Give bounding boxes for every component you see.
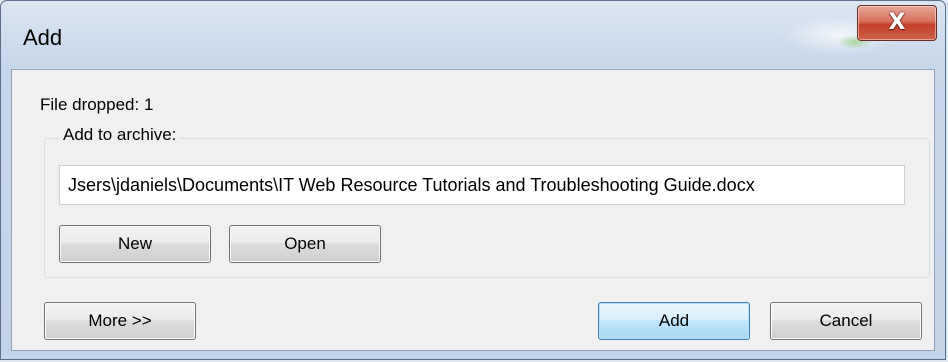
cancel-button[interactable]: Cancel xyxy=(770,302,922,340)
more-button[interactable]: More >> xyxy=(44,302,196,340)
add-dialog-window: Add X File dropped: 1 Add to archive: Js… xyxy=(0,0,946,360)
open-button[interactable]: Open xyxy=(229,225,381,263)
add-button[interactable]: Add xyxy=(598,302,750,340)
add-to-archive-group: Add to archive: Jsers\jdaniels\Documents… xyxy=(44,125,930,278)
title-bar[interactable]: Add X xyxy=(1,1,945,67)
close-icon: X xyxy=(888,10,906,35)
new-button[interactable]: New xyxy=(59,225,211,263)
archive-path-field[interactable]: Jsers\jdaniels\Documents\IT Web Resource… xyxy=(59,165,905,205)
add-to-archive-label: Add to archive: xyxy=(59,125,181,145)
file-dropped-label: File dropped: 1 xyxy=(40,95,154,114)
dialog-body: File dropped: 1 Add to archive: Jsers\jd… xyxy=(11,69,935,351)
close-button[interactable]: X xyxy=(857,5,937,41)
window-title: Add xyxy=(23,25,63,50)
